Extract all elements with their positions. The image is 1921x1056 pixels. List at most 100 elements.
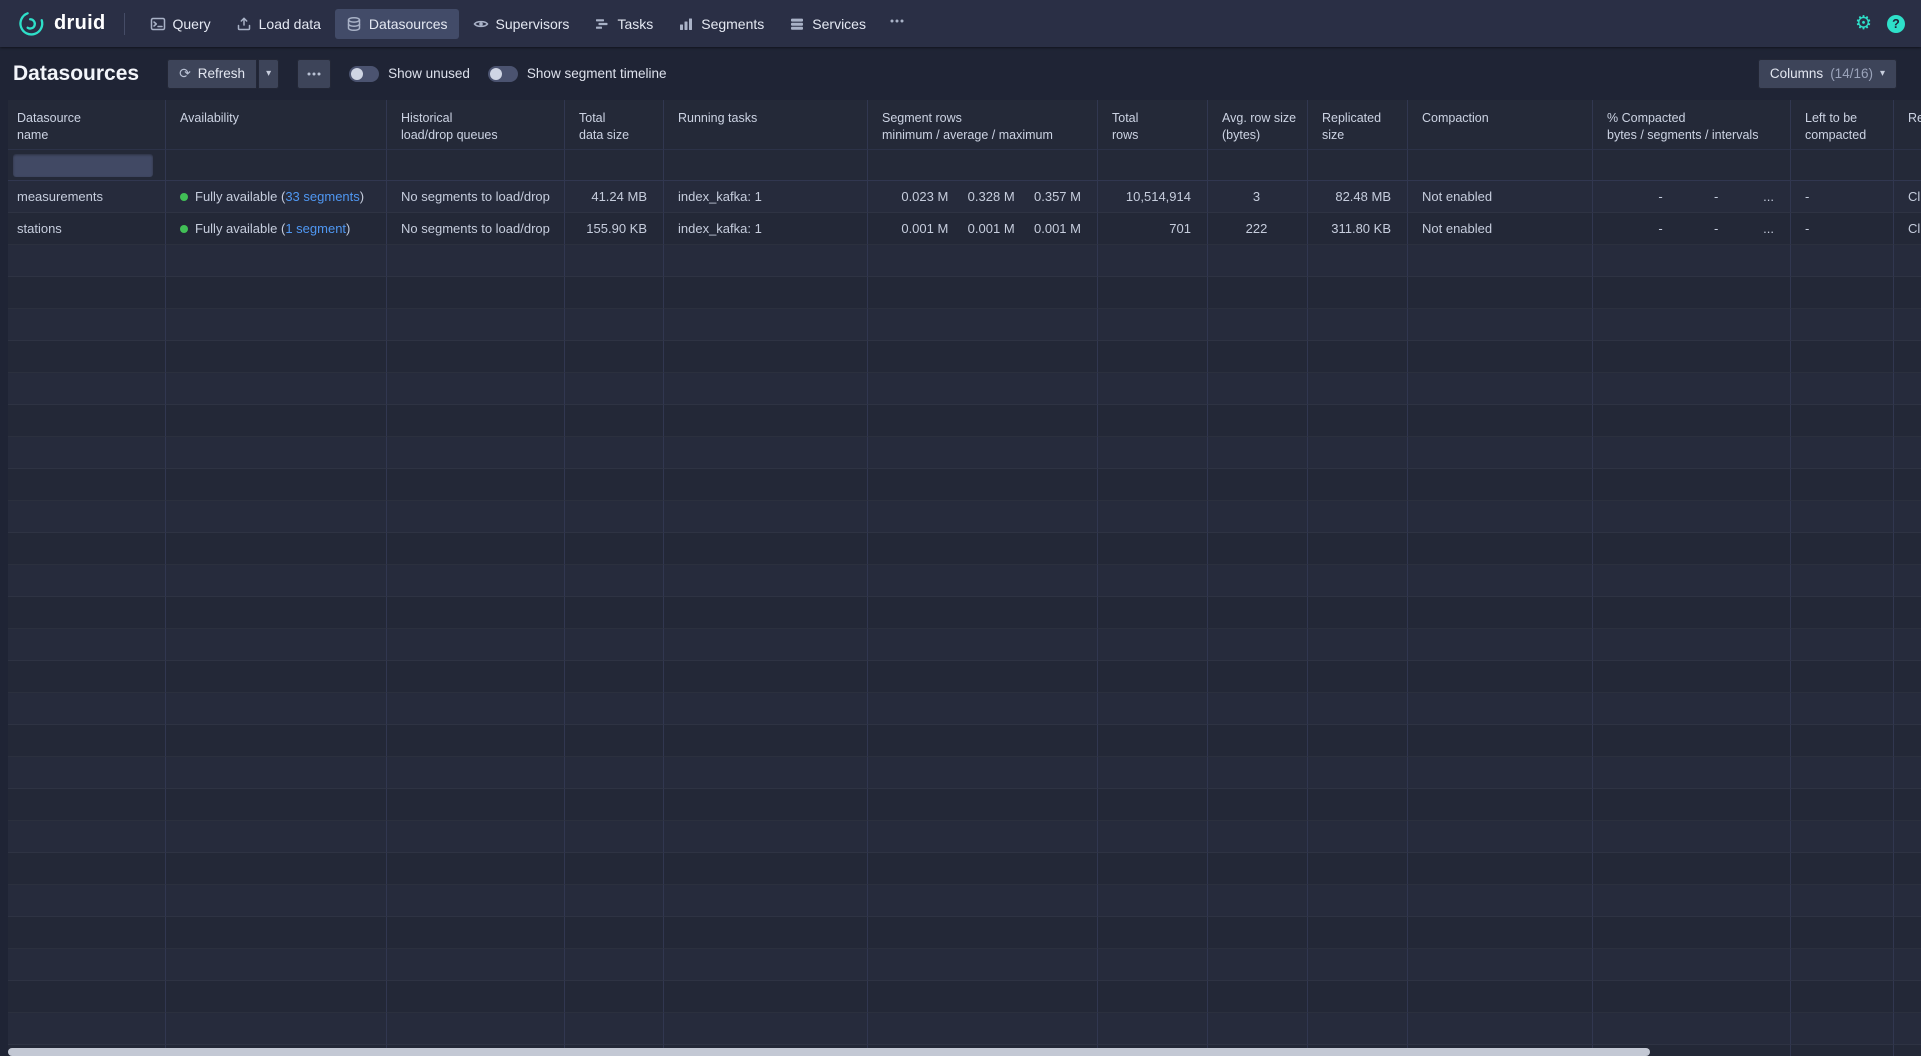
- empty-cell: [1408, 565, 1593, 597]
- column-header-retention[interactable]: Re: [1894, 100, 1921, 150]
- table-row-empty: [8, 981, 1921, 1013]
- navbar: druid Query Load data: [0, 0, 1921, 47]
- empty-cell: [1098, 757, 1208, 789]
- empty-cell: [1791, 789, 1894, 821]
- empty-cell: [868, 437, 1098, 469]
- columns-button[interactable]: Columns (14/16) ▾: [1758, 59, 1897, 89]
- column-header-datasource-name[interactable]: Datasourcename: [8, 100, 166, 150]
- empty-cell: [664, 405, 868, 437]
- empty-cell: [868, 277, 1098, 309]
- empty-cell: [868, 629, 1098, 661]
- table-row-empty: [8, 821, 1921, 853]
- toggle-knob: [351, 68, 363, 80]
- empty-cell: [387, 469, 565, 501]
- table-row[interactable]: measurements Fully available (33 segment…: [8, 181, 1921, 213]
- empty-cell: [1098, 949, 1208, 981]
- empty-cell: [1408, 597, 1593, 629]
- empty-cell: [664, 341, 868, 373]
- empty-cell: [868, 949, 1098, 981]
- column-header-left-to-be-compacted[interactable]: Left to becompacted: [1791, 100, 1894, 150]
- column-header-total-rows[interactable]: Totalrows: [1098, 100, 1208, 150]
- show-segment-timeline-toggle[interactable]: Show segment timeline: [488, 66, 667, 82]
- show-unused-toggle[interactable]: Show unused: [349, 66, 470, 82]
- empty-cell: [664, 373, 868, 405]
- empty-cell: [868, 309, 1098, 341]
- empty-cell: [565, 821, 664, 853]
- empty-cell: [565, 437, 664, 469]
- nav-item-tasks[interactable]: Tasks: [583, 9, 664, 39]
- nav-more-button[interactable]: [880, 6, 914, 41]
- empty-cell: [166, 373, 387, 405]
- druid-logo[interactable]: druid: [18, 10, 106, 37]
- nav-item-label: Services: [812, 16, 866, 32]
- column-header-compaction[interactable]: Compaction: [1408, 100, 1593, 150]
- column-header-total-data-size[interactable]: Totaldata size: [565, 100, 664, 150]
- column-header-replicated-size[interactable]: Replicatedsize: [1308, 100, 1408, 150]
- empty-cell: [565, 693, 664, 725]
- nav-item-query[interactable]: Query: [139, 9, 222, 39]
- column-header-avg-row-size[interactable]: Avg. row size(bytes): [1208, 100, 1308, 150]
- horizontal-scrollbar-thumb[interactable]: [8, 1048, 1650, 1056]
- empty-cell: [1098, 437, 1208, 469]
- empty-cell: [387, 981, 565, 1013]
- empty-cell: [387, 629, 565, 661]
- cell-avg-row-size: 3: [1208, 181, 1308, 213]
- empty-cell: [1408, 309, 1593, 341]
- nav-item-datasources[interactable]: Datasources: [335, 9, 459, 39]
- empty-cell: [8, 565, 166, 597]
- column-header-percent-compacted[interactable]: % Compactedbytes / segments / intervals: [1593, 100, 1791, 150]
- empty-cell: [1894, 981, 1921, 1013]
- navbar-divider: [124, 13, 125, 35]
- empty-cell: [1408, 469, 1593, 501]
- empty-cell: [8, 501, 166, 533]
- empty-cell: [868, 1013, 1098, 1045]
- empty-cell: [1593, 245, 1791, 277]
- empty-cell: [868, 917, 1098, 949]
- gear-icon[interactable]: ⚙: [1855, 14, 1872, 33]
- column-header-availability[interactable]: Availability: [166, 100, 387, 150]
- empty-cell: [1208, 501, 1308, 533]
- column-header-load-drop-queues[interactable]: Historicalload/drop queues: [387, 100, 565, 150]
- druid-wordmark: druid: [54, 12, 106, 35]
- segments-link[interactable]: 33 segments: [285, 189, 359, 204]
- empty-cell: [166, 469, 387, 501]
- empty-cell: [387, 565, 565, 597]
- empty-cell: [664, 597, 868, 629]
- table-row-empty: [8, 949, 1921, 981]
- segments-link[interactable]: 1 segment: [285, 221, 346, 236]
- refresh-caret-button[interactable]: ▾: [258, 59, 279, 89]
- empty-cell: [565, 245, 664, 277]
- empty-cell: [166, 725, 387, 757]
- table-body: measurements Fully available (33 segment…: [8, 181, 1921, 1056]
- nav-item-load-data[interactable]: Load data: [225, 9, 332, 39]
- empty-cell: [387, 757, 565, 789]
- empty-cell: [387, 373, 565, 405]
- empty-cell: [1408, 1013, 1593, 1045]
- empty-filter-cell: [868, 150, 1098, 181]
- table-row-empty: [8, 629, 1921, 661]
- empty-cell: [664, 821, 868, 853]
- empty-cell: [1408, 661, 1593, 693]
- empty-cell: [1593, 437, 1791, 469]
- table-row[interactable]: stations Fully available (1 segment) No …: [8, 213, 1921, 245]
- empty-cell: [1308, 405, 1408, 437]
- nav-item-segments[interactable]: Segments: [667, 9, 775, 39]
- help-icon[interactable]: ?: [1887, 15, 1905, 33]
- empty-cell: [868, 693, 1098, 725]
- empty-cell: [387, 341, 565, 373]
- nav-item-supervisors[interactable]: Supervisors: [462, 9, 581, 39]
- datasource-filter-input[interactable]: [13, 154, 153, 177]
- refresh-button[interactable]: ⟳ Refresh: [167, 59, 257, 89]
- available-status-dot: [180, 225, 188, 233]
- empty-cell: [1208, 693, 1308, 725]
- empty-cell: [8, 757, 166, 789]
- empty-cell: [1408, 917, 1593, 949]
- column-header-segment-rows[interactable]: Segment rowsminimum / average / maximum: [868, 100, 1098, 150]
- empty-cell: [166, 277, 387, 309]
- header-more-button[interactable]: [297, 59, 331, 89]
- empty-cell: [664, 757, 868, 789]
- empty-cell: [1408, 245, 1593, 277]
- nav-item-services[interactable]: Services: [778, 9, 877, 39]
- empty-cell: [166, 821, 387, 853]
- column-header-running-tasks[interactable]: Running tasks: [664, 100, 868, 150]
